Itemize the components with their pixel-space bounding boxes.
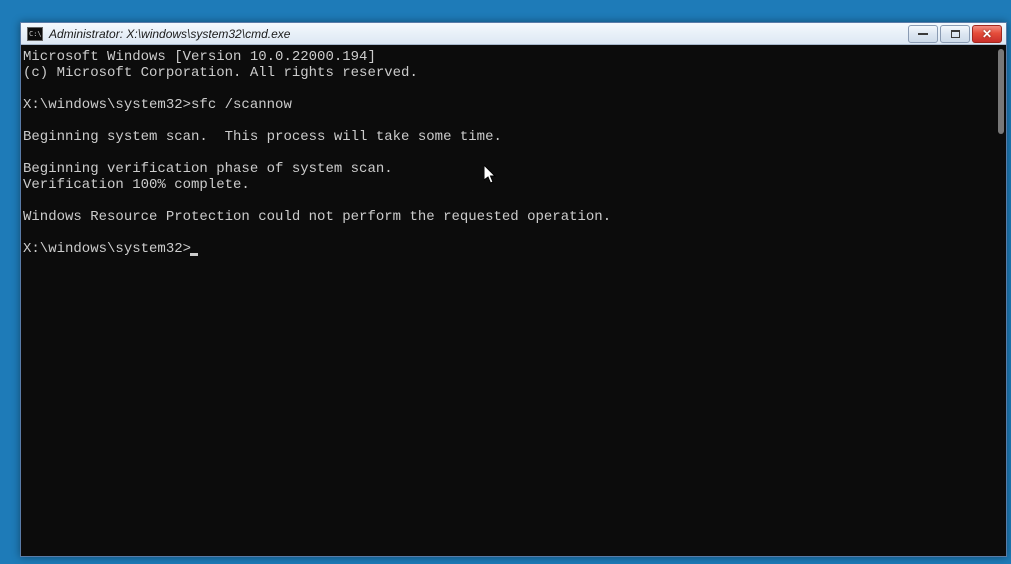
terminal-cursor — [190, 253, 198, 256]
minimize-button[interactable] — [908, 25, 938, 43]
terminal-line: Verification 100% complete. — [23, 177, 1004, 193]
window-controls: ✕ — [906, 25, 1002, 43]
terminal-body[interactable]: Microsoft Windows [Version 10.0.22000.19… — [21, 45, 1006, 556]
terminal-line: Beginning system scan. This process will… — [23, 129, 1004, 145]
cmd-icon-text: C:\ — [29, 30, 42, 38]
terminal-line — [23, 193, 1004, 209]
terminal-line: Windows Resource Protection could not pe… — [23, 209, 1004, 225]
terminal-line: X:\windows\system32>sfc /scannow — [23, 97, 1004, 113]
terminal-line: Beginning verification phase of system s… — [23, 161, 1004, 177]
terminal-line — [23, 81, 1004, 97]
close-icon: ✕ — [982, 27, 992, 41]
terminal-line: Microsoft Windows [Version 10.0.22000.19… — [23, 49, 1004, 65]
scrollbar-thumb[interactable] — [998, 49, 1004, 134]
maximize-button[interactable] — [940, 25, 970, 43]
titlebar[interactable]: C:\ Administrator: X:\windows\system32\c… — [21, 23, 1006, 45]
cmd-window: C:\ Administrator: X:\windows\system32\c… — [20, 22, 1007, 557]
window-title: Administrator: X:\windows\system32\cmd.e… — [49, 27, 906, 41]
terminal-line — [23, 145, 1004, 161]
terminal-line — [23, 113, 1004, 129]
cmd-icon: C:\ — [27, 27, 43, 41]
terminal-line: (c) Microsoft Corporation. All rights re… — [23, 65, 1004, 81]
terminal-prompt: X:\windows\system32> — [23, 241, 191, 257]
terminal-prompt-line: X:\windows\system32> — [23, 241, 1004, 257]
terminal-line — [23, 225, 1004, 241]
maximize-icon — [951, 30, 960, 38]
close-button[interactable]: ✕ — [972, 25, 1002, 43]
minimize-icon — [918, 32, 928, 35]
